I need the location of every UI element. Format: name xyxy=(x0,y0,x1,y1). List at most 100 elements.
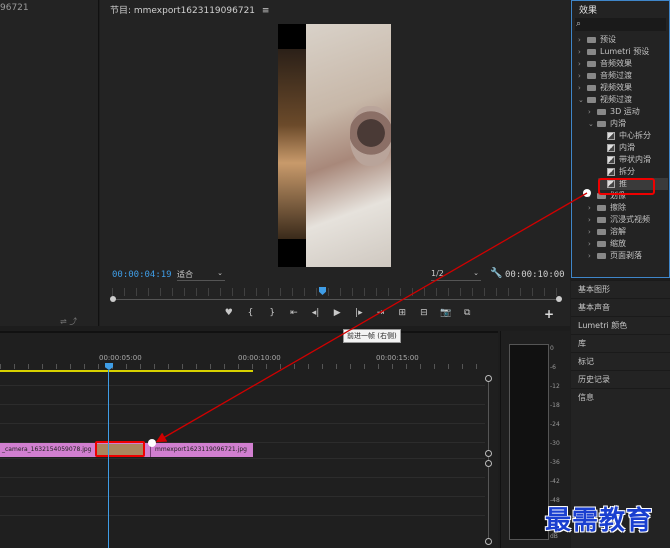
meter-label: -36 xyxy=(550,459,560,466)
effects-tree-item[interactable]: › 音频效果 xyxy=(578,58,632,70)
chevron-right-icon[interactable]: › xyxy=(588,226,597,238)
zoom-handle-left[interactable] xyxy=(110,296,116,302)
chevron-right-icon[interactable]: › xyxy=(578,58,587,70)
monitor-time-ruler[interactable] xyxy=(112,288,560,296)
effects-tree-item[interactable]: › 3D 运动 xyxy=(588,106,640,118)
effects-tree-item[interactable]: › Lumetri 预设 xyxy=(578,46,649,58)
chevron-right-icon[interactable]: › xyxy=(588,250,597,262)
folder-icon xyxy=(597,252,606,259)
effects-tree-item[interactable]: › 预设 xyxy=(578,34,616,46)
track-divider xyxy=(0,385,485,386)
transition-preset-icon xyxy=(607,167,615,176)
effects-tree-item[interactable]: › 音频过渡 xyxy=(578,70,632,82)
effects-tree-label: 沉浸式视频 xyxy=(610,215,650,224)
lift-button[interactable]: ⊞ xyxy=(391,306,413,320)
ruler-time-label: 00:00:10:00 xyxy=(238,354,281,362)
go-to-in-button[interactable]: ⇤ xyxy=(283,306,305,320)
chevron-right-icon[interactable]: › xyxy=(588,238,597,250)
effects-tree-item[interactable]: 中心拆分 xyxy=(598,130,651,142)
folder-icon xyxy=(587,60,596,67)
folder-icon xyxy=(597,228,606,235)
chevron-down-icon[interactable]: ⌄ xyxy=(578,94,587,106)
track-divider xyxy=(0,423,485,424)
chevron-down-icon: ⌄ xyxy=(217,269,223,277)
effects-tree-item[interactable]: › 擦除 xyxy=(588,202,626,214)
highlight-box-transition xyxy=(95,441,145,457)
step-back-button[interactable]: ◂| xyxy=(305,306,327,320)
scroll-handle[interactable] xyxy=(485,460,492,467)
chevron-right-icon[interactable]: › xyxy=(588,190,597,202)
meter-label: -6 xyxy=(550,364,556,371)
chevron-right-icon[interactable]: › xyxy=(578,82,587,94)
timeline-ticks xyxy=(0,364,490,369)
play-button[interactable]: ▶ xyxy=(326,306,348,320)
effects-search-input[interactable] xyxy=(575,18,666,31)
zoom-scrollbar[interactable] xyxy=(112,299,560,300)
effects-tree-item[interactable]: › 溶解 xyxy=(588,226,626,238)
program-monitor-panel: 节目: mmexport1623119096721 ≡ 00:00:04:19 … xyxy=(100,0,570,326)
chevron-right-icon[interactable]: › xyxy=(578,46,587,58)
chevron-right-icon[interactable]: › xyxy=(578,34,587,46)
chevron-right-icon[interactable]: › xyxy=(588,202,597,214)
playhead-timecode[interactable]: 00:00:04:19 xyxy=(112,270,172,280)
mark-out-button[interactable]: } xyxy=(261,306,283,320)
effects-panel-title[interactable]: 效果 xyxy=(579,3,597,16)
folder-icon xyxy=(597,240,606,247)
panel-tab-history[interactable]: 历史记录 xyxy=(571,370,670,388)
fit-select-value: 适合 xyxy=(177,270,193,279)
chevron-right-icon[interactable]: › xyxy=(578,70,587,82)
source-panel-icons[interactable]: ⇌ ⤴ xyxy=(60,316,77,327)
step-forward-button[interactable]: |▸ xyxy=(348,306,370,320)
folder-icon xyxy=(597,108,606,115)
track-divider xyxy=(0,477,485,478)
chevron-down-icon[interactable]: ⌄ xyxy=(588,118,597,130)
folder-icon xyxy=(587,84,596,91)
export-frame-icon[interactable]: 📷 xyxy=(435,306,457,320)
track-divider xyxy=(0,404,485,405)
mark-in-button[interactable]: { xyxy=(240,306,262,320)
panel-tab-essential-sound[interactable]: 基本声音 xyxy=(571,298,670,316)
watermark-logo: 最需教育 xyxy=(545,506,654,536)
program-video-frame xyxy=(278,24,391,267)
effects-tree-label: 溶解 xyxy=(610,227,626,236)
effects-tree-item[interactable]: › 缩放 xyxy=(588,238,626,250)
effects-tree-label: 音频效果 xyxy=(600,59,632,68)
chevron-right-icon[interactable]: › xyxy=(588,106,597,118)
comparison-view-button[interactable]: ⧉ xyxy=(456,306,478,320)
panel-tab-markers[interactable]: 标记 xyxy=(571,352,670,370)
program-monitor-title[interactable]: 节目: mmexport1623119096721 ≡ xyxy=(110,3,269,16)
timeline-clip-mmexport[interactable]: mmexport1623119096721.jpg xyxy=(150,443,253,457)
folder-icon xyxy=(597,216,606,223)
panel-tab-lumetri-color[interactable]: Lumetri 颜色 xyxy=(571,316,670,334)
effects-tree-item[interactable]: 带状内滑 xyxy=(598,154,651,166)
resolution-select[interactable]: 1/2 ⌄ xyxy=(431,269,481,281)
scroll-handle[interactable] xyxy=(485,538,492,545)
effects-tree-item[interactable]: › 视频效果 xyxy=(578,82,632,94)
panel-menu-icon[interactable]: ≡ xyxy=(262,6,270,16)
extract-button[interactable]: ⊟ xyxy=(413,306,435,320)
effects-tree-item[interactable]: 拆分 xyxy=(598,166,635,178)
go-to-out-button[interactable]: ⇥ xyxy=(370,306,392,320)
add-marker-button[interactable]: ♥ xyxy=(218,306,240,320)
effects-tree-item[interactable]: › 页面剥落 xyxy=(588,250,642,262)
panel-tab-libraries[interactable]: 库 xyxy=(571,334,670,352)
resolution-select-value: 1/2 xyxy=(431,269,444,278)
transition-preset-icon xyxy=(607,143,615,152)
scroll-handle[interactable] xyxy=(485,450,492,457)
effects-tree-item[interactable]: ⌄ 视频过渡 xyxy=(578,94,632,106)
effects-tree-item[interactable]: ⌄ 内滑 xyxy=(588,118,626,130)
effects-tree-item[interactable]: › 沉浸式视频 xyxy=(588,214,650,226)
chevron-right-icon[interactable]: › xyxy=(588,214,597,226)
panel-tab-essential-graphics[interactable]: 基本图形 xyxy=(571,280,670,298)
scroll-handle[interactable] xyxy=(485,375,492,382)
wrench-icon[interactable]: 🔧 xyxy=(490,268,502,279)
zoom-handle-right[interactable] xyxy=(556,296,562,302)
fit-select[interactable]: 适合 ⌄ xyxy=(177,269,225,281)
button-editor-plus-icon[interactable]: + xyxy=(544,307,554,321)
effects-tree-item[interactable]: 内滑 xyxy=(598,142,635,154)
transition-preset-icon xyxy=(607,131,615,140)
effects-tree-label: 擦除 xyxy=(610,203,626,212)
ruler-time-label: 00:00:05:00 xyxy=(99,354,142,362)
work-area-bar[interactable] xyxy=(0,370,253,372)
effects-tree-label: Lumetri 预设 xyxy=(600,47,650,56)
